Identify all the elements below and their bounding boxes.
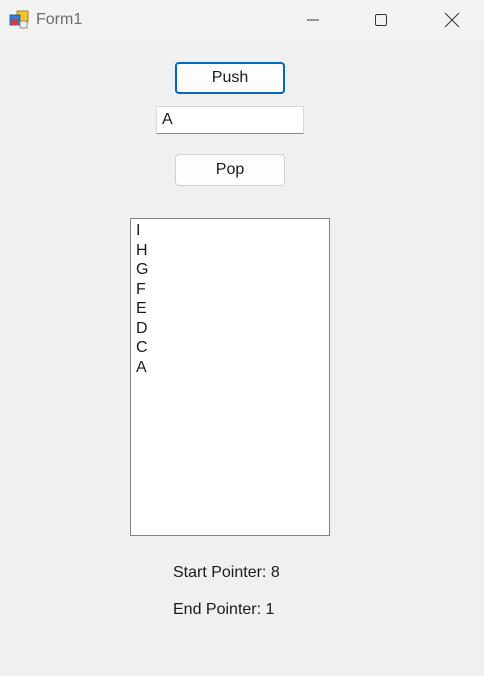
- list-item[interactable]: F: [136, 280, 324, 300]
- title-bar[interactable]: Form1: [0, 0, 484, 40]
- push-button[interactable]: Push: [175, 62, 285, 94]
- stack-input-field[interactable]: A: [156, 106, 304, 134]
- app-icon: [9, 10, 29, 29]
- close-button[interactable]: [429, 0, 475, 40]
- maximize-button[interactable]: [358, 0, 404, 40]
- list-item[interactable]: I: [136, 221, 324, 241]
- end-pointer-label: End Pointer: 1: [173, 601, 275, 618]
- list-item[interactable]: G: [136, 260, 324, 280]
- list-item[interactable]: A: [136, 358, 324, 378]
- form-window: Form1 Push A Pop I H G F E D C A Start P…: [0, 0, 484, 676]
- minimize-button[interactable]: [290, 0, 336, 40]
- minimize-icon: [307, 19, 319, 21]
- maximize-icon: [375, 14, 387, 26]
- list-item[interactable]: E: [136, 299, 324, 319]
- list-item[interactable]: C: [136, 338, 324, 358]
- close-icon: [444, 12, 460, 28]
- list-item[interactable]: D: [136, 319, 324, 339]
- start-pointer-label: Start Pointer: 8: [173, 564, 280, 581]
- list-item[interactable]: H: [136, 241, 324, 261]
- pop-button[interactable]: Pop: [175, 154, 285, 186]
- window-title: Form1: [36, 11, 83, 28]
- stack-listbox[interactable]: I H G F E D C A: [130, 218, 330, 536]
